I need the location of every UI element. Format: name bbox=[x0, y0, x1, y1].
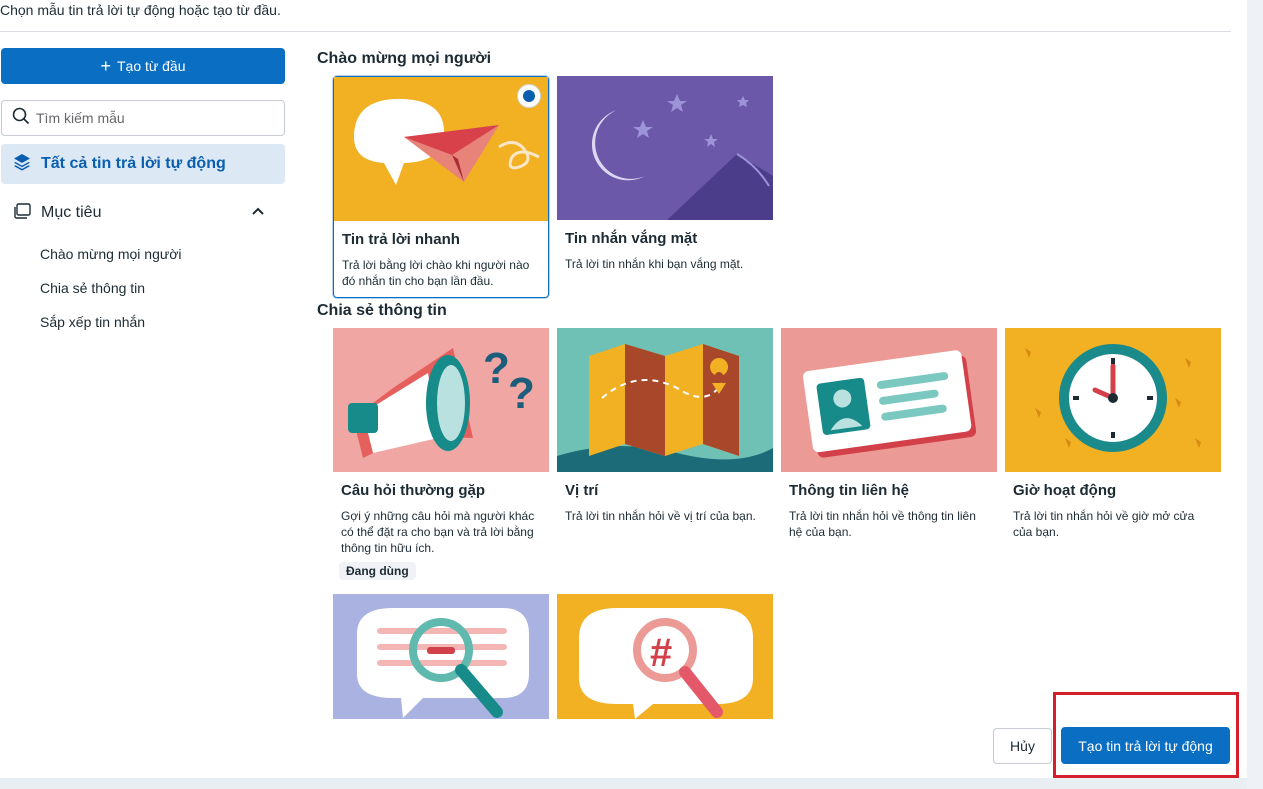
card-title: Câu hỏi thường gặp bbox=[341, 482, 486, 499]
sidebar-item-goals[interactable]: Mục tiêu bbox=[1, 196, 285, 230]
card-description: Gợi ý những câu hỏi mà người khác có thể… bbox=[341, 509, 535, 555]
sidebar-subitem-sort-messages[interactable]: Sắp xếp tin nhắn bbox=[40, 314, 145, 330]
card-illustration bbox=[781, 328, 997, 472]
search-box[interactable] bbox=[1, 100, 285, 136]
divider bbox=[0, 31, 1231, 32]
template-card-quick-reply[interactable]: Tin trả lời nhanh Trả lời bằng lời chào … bbox=[333, 76, 549, 298]
svg-text:?: ? bbox=[508, 369, 535, 418]
template-card-hashtag[interactable]: # bbox=[557, 594, 773, 719]
sidebar-subitem-share-info[interactable]: Chia sẻ thông tin bbox=[40, 280, 145, 296]
section-title-welcome: Chào mừng mọi người bbox=[317, 50, 492, 67]
card-title: Tin nhắn vắng mặt bbox=[565, 230, 698, 247]
card-illustration: # bbox=[557, 594, 773, 719]
intro-text: Chọn mẫu tin trả lời tự động hoặc tạo từ… bbox=[0, 2, 281, 18]
create-from-scratch-label: Tạo từ đầu bbox=[116, 58, 186, 74]
selected-radio[interactable] bbox=[518, 85, 540, 107]
chevron-up-icon[interactable] bbox=[251, 204, 265, 223]
page-background-strip bbox=[1247, 0, 1263, 789]
card-title: Giờ hoạt động bbox=[1013, 482, 1117, 499]
card-description: Trả lời tin nhắn khi bạn vắng mặt. bbox=[565, 257, 744, 271]
card-illustration bbox=[333, 594, 549, 719]
card-description: Trả lời tin nhắn hỏi về thông tin liên h… bbox=[789, 509, 976, 539]
sidebar-subitem-welcome[interactable]: Chào mừng mọi người bbox=[40, 246, 182, 262]
card-description: Trả lời tin nhắn hỏi về vị trí của bạn. bbox=[565, 509, 756, 523]
in-use-badge: Đang dùng bbox=[339, 562, 416, 580]
plus-icon: + bbox=[100, 56, 111, 76]
template-card-search-message[interactable] bbox=[333, 594, 549, 719]
card-illustration bbox=[1005, 328, 1221, 472]
template-dialog: Chọn mẫu tin trả lời tự động hoặc tạo từ… bbox=[0, 0, 1247, 778]
highlight-box bbox=[1053, 692, 1239, 778]
card-illustration bbox=[557, 328, 773, 472]
section-title-share-info: Chia sẻ thông tin bbox=[317, 302, 447, 319]
template-card-faq[interactable]: ? ? Câu hỏi thường gặp Gợi ý những câu h… bbox=[333, 328, 549, 580]
svg-text:#: # bbox=[650, 631, 672, 675]
card-description: Trả lời tin nhắn hỏi về giờ mở cửa của b… bbox=[1013, 509, 1195, 539]
sidebar-item-goals-label: Mục tiêu bbox=[41, 204, 102, 221]
card-title: Tin trả lời nhanh bbox=[342, 231, 460, 248]
create-from-scratch-button[interactable]: + Tạo từ đầu bbox=[1, 48, 285, 84]
template-card-business-hours[interactable]: Giờ hoạt động Trả lời tin nhắn hỏi về gi… bbox=[1005, 328, 1221, 540]
template-card-away-message[interactable]: Tin nhắn vắng mặt Trả lời tin nhắn khi b… bbox=[557, 76, 773, 272]
card-illustration: ? ? bbox=[333, 328, 549, 472]
layers-icon bbox=[13, 153, 31, 176]
card-description: Trả lời bằng lời chào khi người nào đó n… bbox=[342, 258, 530, 288]
template-card-contact-info[interactable]: Thông tin liên hệ Trả lời tin nhắn hỏi v… bbox=[781, 328, 997, 540]
svg-text:?: ? bbox=[483, 344, 510, 393]
stack-icon bbox=[13, 202, 31, 224]
cancel-button[interactable]: Hủy bbox=[993, 728, 1052, 764]
radio-dot bbox=[523, 90, 535, 102]
card-title: Thông tin liên hệ bbox=[789, 482, 909, 499]
card-title: Vị trí bbox=[565, 482, 599, 499]
search-input[interactable] bbox=[36, 110, 266, 126]
card-illustration bbox=[334, 77, 548, 221]
card-illustration bbox=[557, 76, 773, 220]
search-icon bbox=[12, 107, 30, 130]
sidebar-item-all-label: Tất cả tin trả lời tự động bbox=[41, 155, 226, 172]
template-card-location[interactable]: Vị trí Trả lời tin nhắn hỏi về vị trí củ… bbox=[557, 328, 773, 524]
sidebar-item-all-auto-replies[interactable]: Tất cả tin trả lời tự động bbox=[1, 144, 285, 184]
